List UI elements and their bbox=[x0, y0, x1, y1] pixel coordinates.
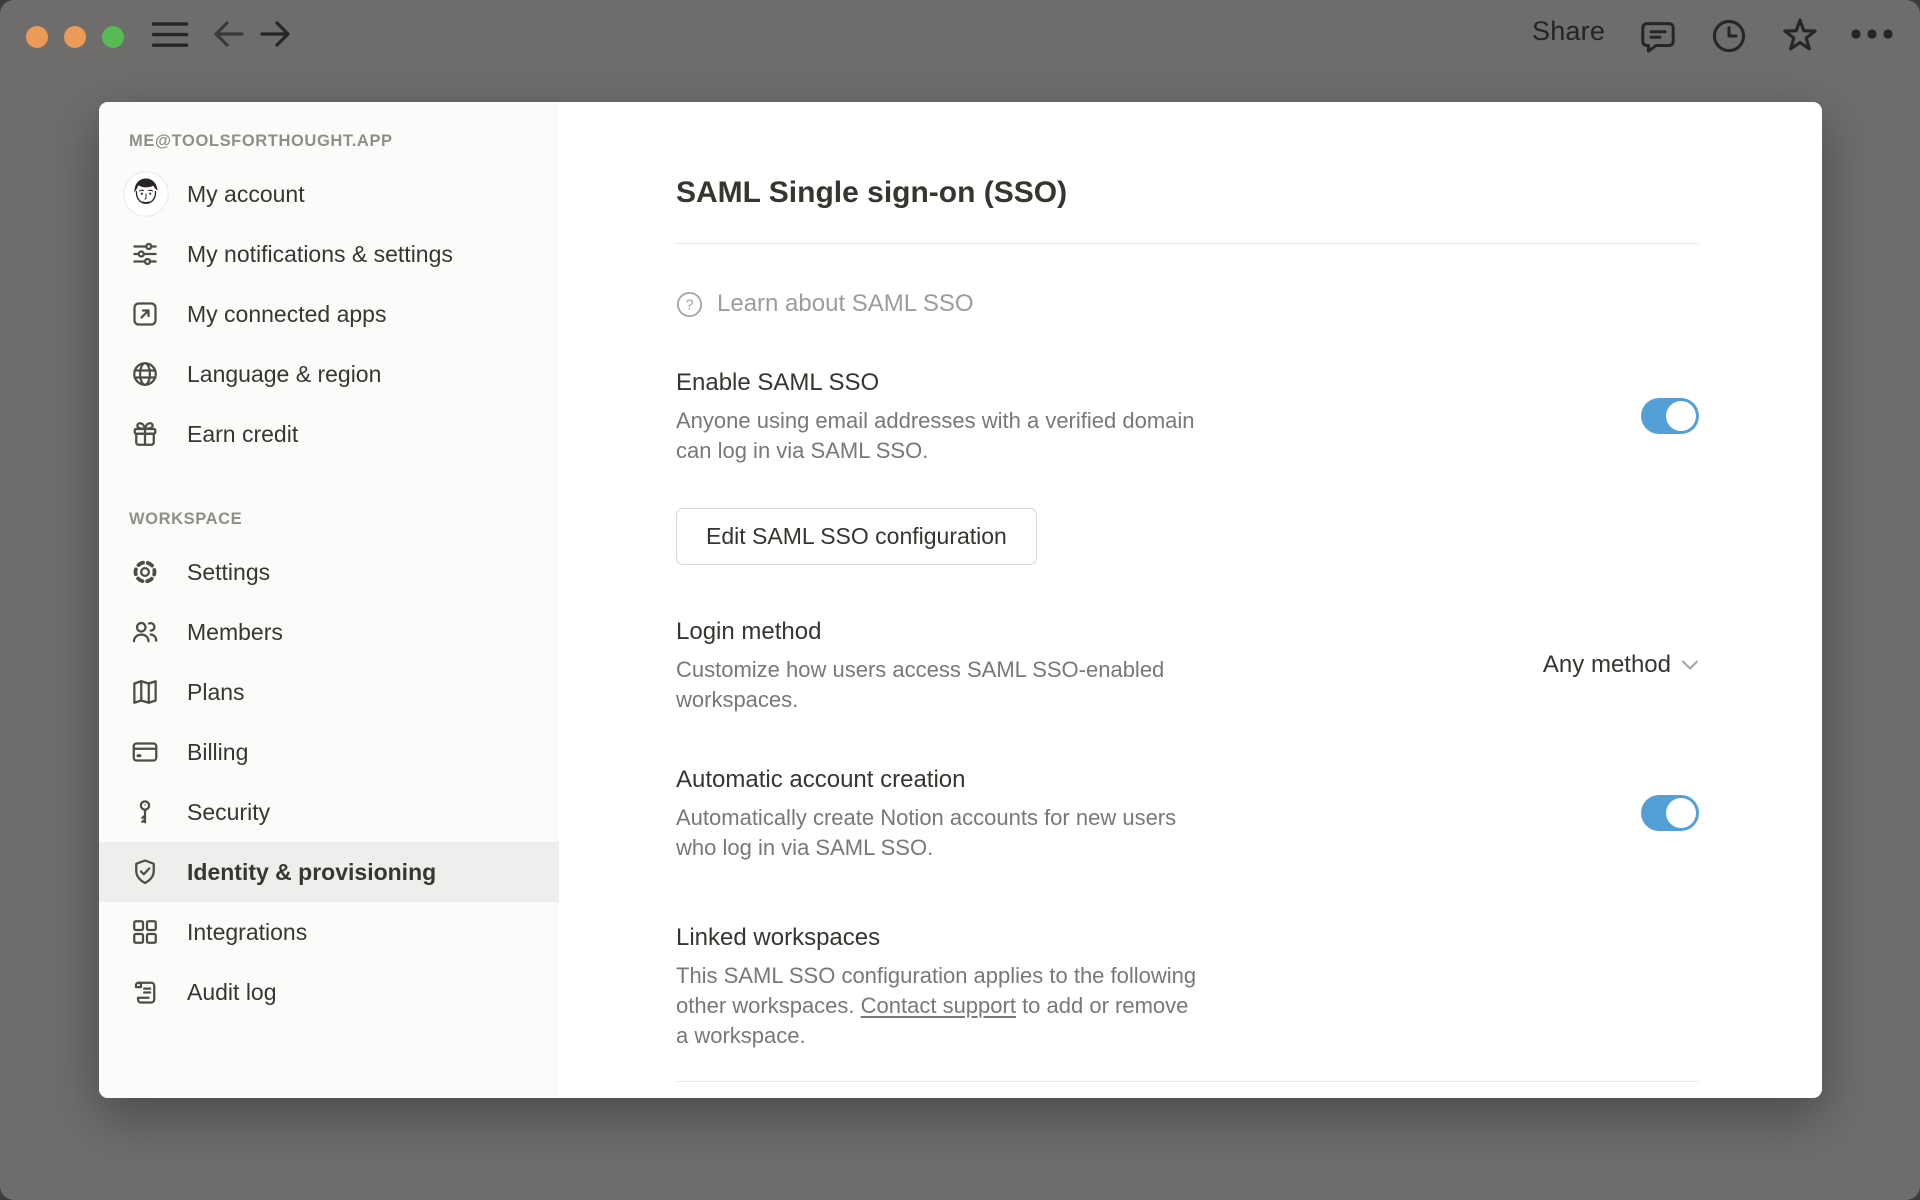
enable-saml-description: Anyone using email addresses with a veri… bbox=[676, 408, 1195, 463]
map-icon bbox=[129, 676, 161, 708]
login-method-value: Any method bbox=[1542, 651, 1671, 678]
enable-saml-row: Enable SAML SSO Anyone using email addre… bbox=[676, 366, 1699, 466]
settings-modal: ME@TOOLSFORTHOUGHT.APP My account My noti… bbox=[99, 102, 1822, 1098]
favorite-icon[interactable] bbox=[1780, 16, 1820, 56]
workspace-section-label: WORKSPACE bbox=[129, 510, 243, 528]
arrow-up-right-box-icon bbox=[129, 298, 161, 330]
contact-support-link[interactable]: Contact support bbox=[861, 993, 1016, 1018]
sidebar-item-identity-provisioning[interactable]: Identity & provisioning bbox=[99, 842, 559, 902]
back-icon[interactable] bbox=[212, 18, 246, 50]
linked-workspaces-description: This SAML SSO configuration applies to t… bbox=[676, 961, 1699, 1051]
close-button[interactable] bbox=[26, 26, 48, 48]
people-icon bbox=[129, 616, 161, 648]
svg-text:?: ? bbox=[685, 297, 693, 313]
auto-account-row: Automatic account creation Automatically… bbox=[676, 763, 1699, 863]
sidebar-item-label: Earn credit bbox=[187, 420, 299, 447]
avatar bbox=[123, 171, 169, 217]
auto-account-toggle[interactable] bbox=[1641, 795, 1699, 831]
settings-content: SAML Single sign-on (SSO) ? Learn about … bbox=[559, 102, 1822, 1098]
account-email-label: ME@TOOLSFORTHOUGHT.APP bbox=[129, 132, 393, 150]
sidebar-item-label: Plans bbox=[187, 678, 245, 705]
sidebar-item-label: Identity & provisioning bbox=[187, 858, 437, 885]
sliders-icon bbox=[129, 238, 161, 270]
sidebar-item-integrations[interactable]: Integrations bbox=[99, 902, 559, 962]
toggle-knob bbox=[1666, 798, 1696, 828]
login-method-row: Login method Customize how users access … bbox=[676, 615, 1699, 715]
sidebar-item-label: My connected apps bbox=[187, 300, 387, 327]
grid-icon bbox=[129, 916, 161, 948]
enable-saml-toggle[interactable] bbox=[1641, 398, 1699, 434]
sidebar-item-my-notifications-settings[interactable]: My notifications & settings bbox=[99, 224, 559, 284]
sidebar-item-label: Settings bbox=[187, 558, 271, 585]
toggle-knob bbox=[1666, 401, 1696, 431]
sidebar-item-audit-log[interactable]: Audit log bbox=[99, 962, 559, 1022]
login-method-description: Customize how users access SAML SSO-enab… bbox=[676, 657, 1165, 712]
sidebar-item-label: Audit log bbox=[187, 978, 277, 1005]
sidebar-item-language-region[interactable]: Language & region bbox=[99, 344, 559, 404]
sidebar-item-label: Language & region bbox=[187, 360, 382, 387]
divider bbox=[676, 1081, 1699, 1082]
globe-icon bbox=[129, 358, 161, 390]
help-icon: ? bbox=[676, 291, 703, 318]
sidebar-item-security[interactable]: Security bbox=[99, 782, 559, 842]
sidebar-item-label: Members bbox=[187, 618, 283, 645]
login-method-dropdown[interactable]: Any method bbox=[1543, 651, 1699, 679]
shield-check-icon bbox=[129, 856, 161, 888]
learn-saml-label: Learn about SAML SSO bbox=[717, 290, 974, 317]
share-button[interactable]: Share bbox=[1532, 16, 1605, 47]
workspace-nav: Settings Members Plans Billing Security Ident… bbox=[99, 542, 559, 1022]
divider bbox=[676, 243, 1699, 244]
login-method-title: Login method bbox=[676, 618, 822, 645]
settings-sidebar: ME@TOOLSFORTHOUGHT.APP My account My noti… bbox=[99, 102, 559, 1098]
sidebar-item-label: My account bbox=[187, 180, 305, 207]
linked-workspaces-title: Linked workspaces bbox=[676, 924, 881, 951]
auto-account-title: Automatic account creation bbox=[676, 766, 966, 793]
sidebar-item-settings[interactable]: Settings bbox=[99, 542, 559, 602]
comments-icon[interactable] bbox=[1638, 17, 1678, 55]
linked-workspaces-section: Linked workspaces This SAML SSO configur… bbox=[676, 921, 1699, 1051]
menu-icon[interactable] bbox=[151, 20, 189, 50]
key-icon bbox=[129, 796, 161, 828]
learn-saml-link[interactable]: ? Learn about SAML SSO bbox=[676, 290, 974, 318]
gear-icon bbox=[129, 556, 161, 588]
sidebar-item-my-connected-apps[interactable]: My connected apps bbox=[99, 284, 559, 344]
edit-saml-config-button[interactable]: Edit SAML SSO configuration bbox=[676, 508, 1037, 565]
chevron-down-icon bbox=[1681, 659, 1699, 671]
enable-saml-title: Enable SAML SSO bbox=[676, 369, 880, 396]
page-title: SAML Single sign-on (SSO) bbox=[676, 176, 1068, 209]
sidebar-item-label: Security bbox=[187, 798, 271, 825]
forward-icon[interactable] bbox=[258, 18, 292, 50]
sidebar-item-members[interactable]: Members bbox=[99, 602, 559, 662]
sidebar-item-label: My notifications & settings bbox=[187, 240, 453, 267]
window-controls bbox=[26, 26, 124, 48]
credit-card-icon bbox=[129, 736, 161, 768]
scroll-icon bbox=[129, 976, 161, 1008]
sidebar-item-my-account[interactable]: My account bbox=[99, 164, 559, 224]
account-nav: My account My notifications & settings My … bbox=[99, 164, 559, 464]
gift-icon bbox=[129, 418, 161, 450]
auto-account-description: Automatically create Notion accounts for… bbox=[676, 805, 1177, 860]
zoom-button[interactable] bbox=[102, 26, 124, 48]
minimize-button[interactable] bbox=[64, 26, 86, 48]
app-window: Share ME@TOOLSFORTHOUGHT.APP My account … bbox=[0, 0, 1920, 1200]
sidebar-item-earn-credit[interactable]: Earn credit bbox=[99, 404, 559, 464]
sidebar-item-label: Integrations bbox=[187, 918, 308, 945]
more-icon[interactable] bbox=[1850, 28, 1894, 40]
titlebar: Share bbox=[0, 0, 1920, 62]
sidebar-item-label: Billing bbox=[187, 738, 249, 765]
sidebar-item-plans[interactable]: Plans bbox=[99, 662, 559, 722]
history-icon[interactable] bbox=[1710, 17, 1748, 55]
sidebar-item-billing[interactable]: Billing bbox=[99, 722, 559, 782]
